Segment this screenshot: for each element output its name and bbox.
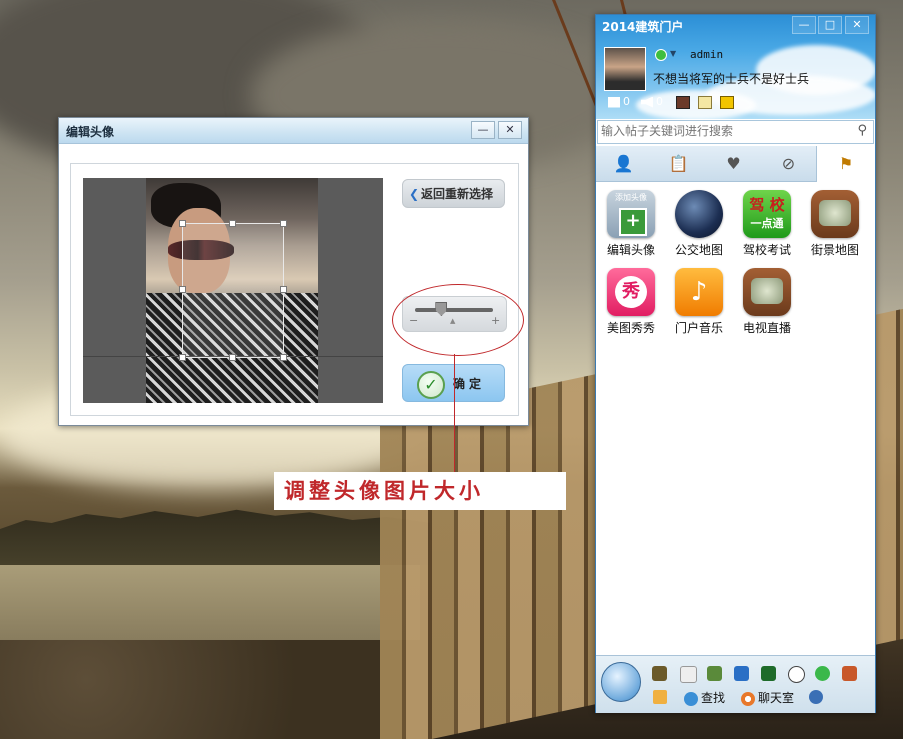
document-icon[interactable] [680,666,697,683]
crop-handle[interactable] [280,220,287,227]
online-status-icon[interactable] [655,49,667,61]
crop-handle[interactable] [179,354,186,361]
search-icon[interactable]: ⚲ [857,123,867,138]
edit-avatar-icon: 添加头像 + [607,190,655,238]
contacts-icon: 👤 [613,154,634,173]
compass-icon: ⊘ [781,154,796,173]
mail-icon [608,96,620,108]
search-input[interactable] [601,123,841,139]
apps-shortcut[interactable] [720,95,737,109]
rocky-shore [0,640,430,739]
gear-icon [809,689,823,704]
crop-selection-box[interactable] [179,220,287,361]
minimize-button[interactable]: — [471,121,495,139]
crop-canvas[interactable] [83,178,383,403]
treeline [0,509,430,565]
plus-icon: + [619,208,647,236]
tv-map-icon [811,190,859,238]
tab-discover[interactable]: ⊘ [761,146,816,181]
back-reselect-button[interactable]: ❮ 返回重新选择 [402,179,505,208]
main-menu-button[interactable] [601,662,641,702]
edit-avatar-window: 编辑头像 — ✕ ❮ 返回重新选择 − ▲ + ✓ 确定 [58,117,529,426]
home-icon [653,689,667,704]
avatar[interactable] [604,47,646,91]
signature[interactable]: 不想当将军的士兵不是好士兵 [653,70,809,87]
profile-header: 2014建筑门户 — □ ✕ ▼ admin 不想当将军的士兵不是好士兵 0 0 [596,15,875,119]
crop-handle[interactable] [229,220,236,227]
search-box[interactable]: ⚲ [597,120,874,144]
clock-icon[interactable] [788,666,805,683]
chat-bubble-icon[interactable] [815,666,830,681]
meitu-icon: 秀 [607,268,655,316]
chevron-left-icon: ❮ [409,187,420,201]
home-button[interactable] [653,689,670,704]
notes-icon: 📋 [668,154,689,173]
signpost-icon: ⚑ [838,154,854,173]
app-driving-exam[interactable]: 驾 校 一点通 驾校考试 [734,187,800,259]
speaker-icon [641,96,653,108]
photo-shortcut[interactable] [676,95,693,109]
globe-icon [675,190,723,238]
sound-indicator[interactable]: 0 [641,95,663,109]
shield-icon[interactable] [761,666,776,681]
confirm-label: 确定 [453,377,486,391]
app-tv-live[interactable]: 电视直播 [734,265,800,337]
chevron-down-icon[interactable]: ▼ [670,49,676,58]
close-button[interactable]: ✕ [498,121,522,139]
heart-icon: ♥ [726,154,741,173]
app-edit-avatar[interactable]: 添加头像 + 编辑头像 [598,187,664,259]
tab-bar: 👤 📋 ♥ ⊘ ⚑ [596,146,875,182]
find-button[interactable]: 查找 [684,689,725,706]
tab-apps[interactable]: ⚑ [816,146,875,182]
app-meitu[interactable]: 秀 美图秀秀 [598,265,664,337]
crop-handle[interactable] [280,286,287,293]
maximize-button[interactable]: □ [818,16,842,34]
note-shortcut[interactable] [698,95,715,109]
messenger-panel: 2014建筑门户 — □ ✕ ▼ admin 不想当将军的士兵不是好士兵 0 0… [595,14,876,713]
app-bus-map[interactable]: 公交地图 [666,187,732,259]
back-button-label: 返回重新选择 [421,187,494,201]
box-icon[interactable] [842,666,857,681]
window-title: 编辑头像 [66,125,115,139]
lifebuoy-icon [741,691,755,706]
mail-indicator[interactable]: 0 [608,95,630,109]
tab-favorites[interactable]: ♥ [706,146,761,181]
chatroom-button[interactable]: 聊天室 [741,689,794,706]
annotation-callout: 调整头像图片大小 [274,472,566,510]
photo-icon [676,95,690,109]
window-titlebar[interactable]: 编辑头像 — ✕ [59,118,528,144]
crop-handle[interactable] [179,286,186,293]
username: admin [690,48,724,61]
search-icon [684,691,698,706]
bottom-toolbar: 查找 聊天室 [596,655,875,713]
driving-school-icon: 驾 校 一点通 [743,190,791,238]
tv-icon [743,268,791,316]
crop-handle[interactable] [229,354,236,361]
app-street-view[interactable]: 街景地图 [802,187,868,259]
crop-handle[interactable] [280,354,287,361]
basket-icon[interactable] [707,666,722,681]
note-icon [698,95,712,109]
app-music[interactable]: ♪ 门户音乐 [666,265,732,337]
tab-contacts[interactable]: 👤 [596,146,651,181]
close-button[interactable]: ✕ [845,16,869,34]
contacts-book-icon[interactable] [652,666,667,681]
z-app-icon[interactable] [734,666,749,681]
minimize-button[interactable]: — [792,16,816,34]
checkmark-icon: ✓ [417,371,445,399]
music-icon: ♪ [675,268,723,316]
crop-handle[interactable] [179,220,186,227]
app-title: 2014建筑门户 [602,20,684,34]
annotation-ellipse [392,284,524,356]
settings-button[interactable] [809,689,826,704]
tab-notes[interactable]: 📋 [651,146,706,181]
grid-icon [720,95,734,109]
annotation-line [454,354,455,472]
